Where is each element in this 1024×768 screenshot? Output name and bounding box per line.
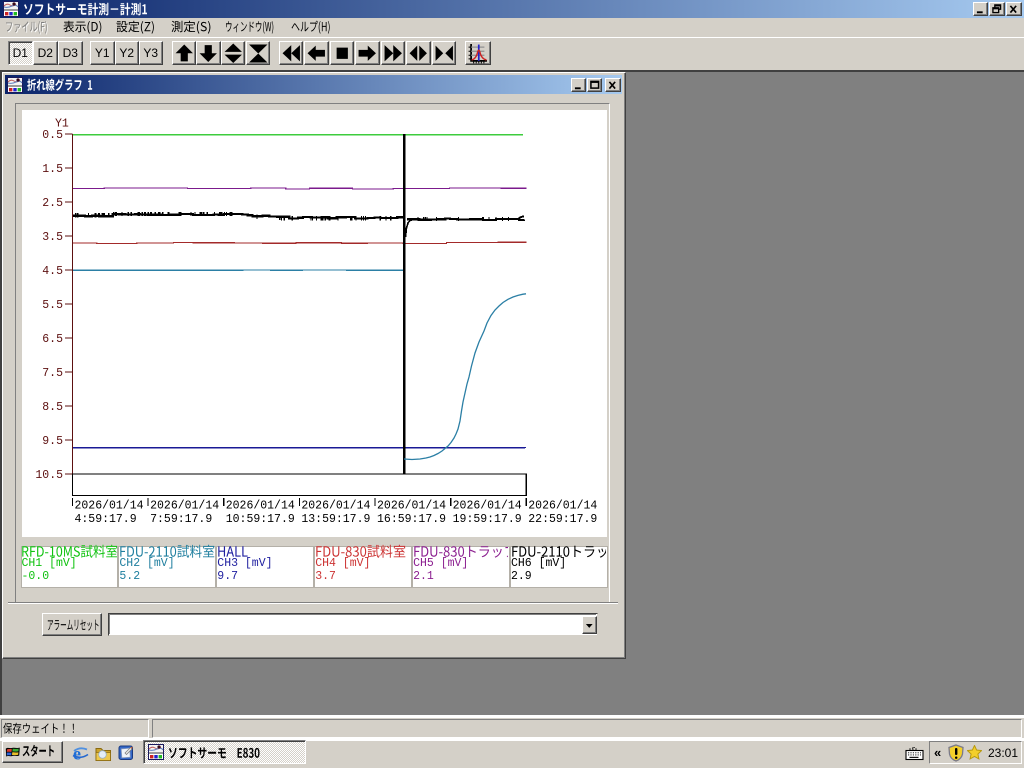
svg-text:2026/01/14: 2026/01/14 xyxy=(226,499,295,512)
svg-text:19:59:17.9: 19:59:17.9 xyxy=(453,513,522,526)
svg-text:6.5: 6.5 xyxy=(42,333,63,346)
svg-text:7:59:17.9: 7:59:17.9 xyxy=(150,513,212,526)
svg-text:5.5: 5.5 xyxy=(42,299,63,312)
svg-text:3.5: 3.5 xyxy=(42,231,63,244)
svg-text:10:59:17.9: 10:59:17.9 xyxy=(226,513,295,526)
svg-text:2026/01/14: 2026/01/14 xyxy=(528,499,597,512)
svg-text:1.5: 1.5 xyxy=(42,163,63,176)
svg-text:2026/01/14: 2026/01/14 xyxy=(75,499,144,512)
svg-text:13:59:17.9: 13:59:17.9 xyxy=(301,513,370,526)
svg-text:4.5: 4.5 xyxy=(42,265,63,278)
svg-text:0.5: 0.5 xyxy=(42,129,63,142)
svg-text:10.5: 10.5 xyxy=(35,469,63,482)
svg-text:2026/01/14: 2026/01/14 xyxy=(453,499,522,512)
svg-text:2026/01/14: 2026/01/14 xyxy=(150,499,219,512)
svg-text:22:59:17.9: 22:59:17.9 xyxy=(528,513,597,526)
svg-text:2026/01/14: 2026/01/14 xyxy=(377,499,446,512)
svg-text:2.5: 2.5 xyxy=(42,197,63,210)
svg-text:9.5: 9.5 xyxy=(42,435,63,448)
svg-text:16:59:17.9: 16:59:17.9 xyxy=(377,513,446,526)
svg-text:8.5: 8.5 xyxy=(42,401,63,414)
svg-text:7.5: 7.5 xyxy=(42,367,63,380)
svg-text:4:59:17.9: 4:59:17.9 xyxy=(75,513,137,526)
svg-text:Y1: Y1 xyxy=(55,118,69,131)
svg-text:2026/01/14: 2026/01/14 xyxy=(301,499,370,512)
